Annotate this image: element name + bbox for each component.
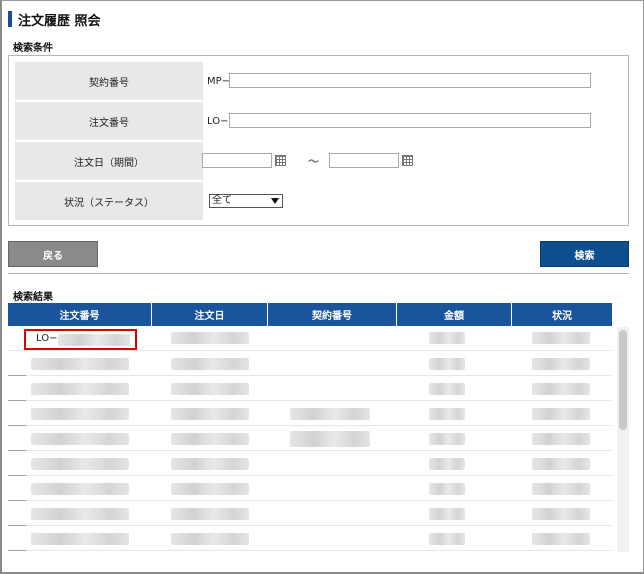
order-number-prefix-cell: LO−	[36, 333, 58, 344]
search-conditions-heading: 検索条件	[13, 43, 53, 54]
redacted-order-date	[171, 358, 249, 370]
status-label: 状況（ステータス）	[15, 182, 203, 220]
page-title: 注文履歴 照会	[8, 10, 101, 29]
date-range-separator: 〜	[308, 155, 319, 168]
redacted-status	[532, 483, 590, 495]
contract-number-prefix: MP−	[207, 75, 231, 87]
order-date-from-input[interactable]	[202, 153, 272, 168]
contract-number-input[interactable]	[229, 73, 591, 88]
redacted-order-number	[31, 408, 129, 420]
chevron-down-icon	[271, 198, 279, 204]
title-accent-bar	[8, 11, 12, 27]
order-date-label: 注文日（期間）	[15, 142, 203, 180]
redacted-status	[532, 383, 590, 395]
redacted-status	[532, 332, 590, 344]
table-row[interactable]	[8, 377, 612, 401]
redacted-amount	[429, 483, 465, 495]
order-number-input[interactable]	[229, 113, 591, 128]
results-table-header: 注文番号 注文日 契約番号 金額 状況	[8, 303, 612, 326]
redacted-order-number	[31, 508, 129, 520]
table-row[interactable]: LO−	[8, 327, 612, 351]
redacted-order-number	[31, 383, 129, 395]
redacted-order-number	[31, 483, 129, 495]
redacted-amount	[429, 508, 465, 520]
redacted-status	[532, 533, 590, 545]
redacted-amount	[429, 408, 465, 420]
calendar-icon[interactable]	[275, 155, 286, 166]
table-row[interactable]	[8, 502, 612, 526]
page-title-text: 注文履歴 照会	[18, 13, 101, 29]
redacted-status	[532, 508, 590, 520]
table-row[interactable]	[8, 427, 612, 451]
search-button[interactable]: 検索	[540, 241, 629, 267]
scrollbar-thumb[interactable]	[619, 330, 627, 430]
results-heading: 検索結果	[13, 292, 53, 303]
redacted-amount	[429, 358, 465, 370]
results-table-body: LO−	[8, 327, 612, 552]
divider	[8, 273, 629, 274]
redacted-status	[532, 358, 590, 370]
column-header-order-date[interactable]: 注文日	[152, 303, 268, 326]
row-stub	[8, 550, 26, 551]
row-stub	[8, 375, 26, 376]
redacted-amount	[429, 458, 465, 470]
redacted-amount	[429, 433, 465, 445]
redacted-order-number	[31, 533, 129, 545]
redacted-order-date	[171, 332, 249, 344]
table-row[interactable]	[8, 402, 612, 426]
redacted-order-date	[171, 483, 249, 495]
redacted-contract-number	[290, 408, 370, 420]
redacted-order-number	[31, 458, 129, 470]
column-header-contract-number[interactable]: 契約番号	[268, 303, 397, 326]
row-stub	[8, 400, 26, 401]
redacted-order-date	[171, 408, 249, 420]
redacted-status	[532, 408, 590, 420]
order-date-to-input[interactable]	[329, 153, 399, 168]
row-stub	[8, 500, 26, 501]
redacted-amount	[429, 533, 465, 545]
status-row: 状況（ステータス） 全て	[15, 182, 616, 220]
contract-number-label: 契約番号	[15, 62, 203, 100]
redacted-contract-number	[290, 431, 370, 447]
table-row[interactable]	[8, 477, 612, 501]
column-header-amount[interactable]: 金額	[397, 303, 512, 326]
back-button[interactable]: 戻る	[8, 241, 98, 267]
search-conditions-panel: 契約番号 MP− 注文番号 LO− 注文日（期間） 〜 状況（ステータス） 全て	[8, 55, 629, 226]
redacted-order-number	[58, 334, 130, 346]
column-header-order-number[interactable]: 注文番号	[8, 303, 152, 326]
table-row[interactable]	[8, 352, 612, 376]
redacted-order-date	[171, 433, 249, 445]
status-select-value: 全て	[212, 195, 232, 206]
redacted-order-date	[171, 508, 249, 520]
redacted-order-number	[31, 433, 129, 445]
order-number-prefix: LO−	[207, 115, 229, 127]
redacted-status	[532, 433, 590, 445]
contract-number-row: 契約番号 MP−	[15, 62, 616, 100]
redacted-amount	[429, 332, 465, 344]
redacted-amount	[429, 383, 465, 395]
status-select[interactable]: 全て	[209, 194, 283, 208]
row-stub	[8, 525, 26, 526]
calendar-icon[interactable]	[402, 155, 413, 166]
redacted-order-date	[171, 383, 249, 395]
order-number-label: 注文番号	[15, 102, 203, 140]
row-stub	[8, 450, 26, 451]
redacted-status	[532, 458, 590, 470]
row-stub	[8, 425, 26, 426]
redacted-order-date	[171, 458, 249, 470]
redacted-order-date	[171, 533, 249, 545]
table-row[interactable]	[8, 527, 612, 551]
order-date-row: 注文日（期間） 〜	[15, 142, 616, 180]
redacted-order-number	[31, 358, 129, 370]
order-number-row: 注文番号 LO−	[15, 102, 616, 140]
row-stub	[8, 475, 26, 476]
column-header-status[interactable]: 状況	[512, 303, 612, 326]
table-row[interactable]	[8, 452, 612, 476]
results-scrollbar[interactable]	[617, 327, 629, 552]
